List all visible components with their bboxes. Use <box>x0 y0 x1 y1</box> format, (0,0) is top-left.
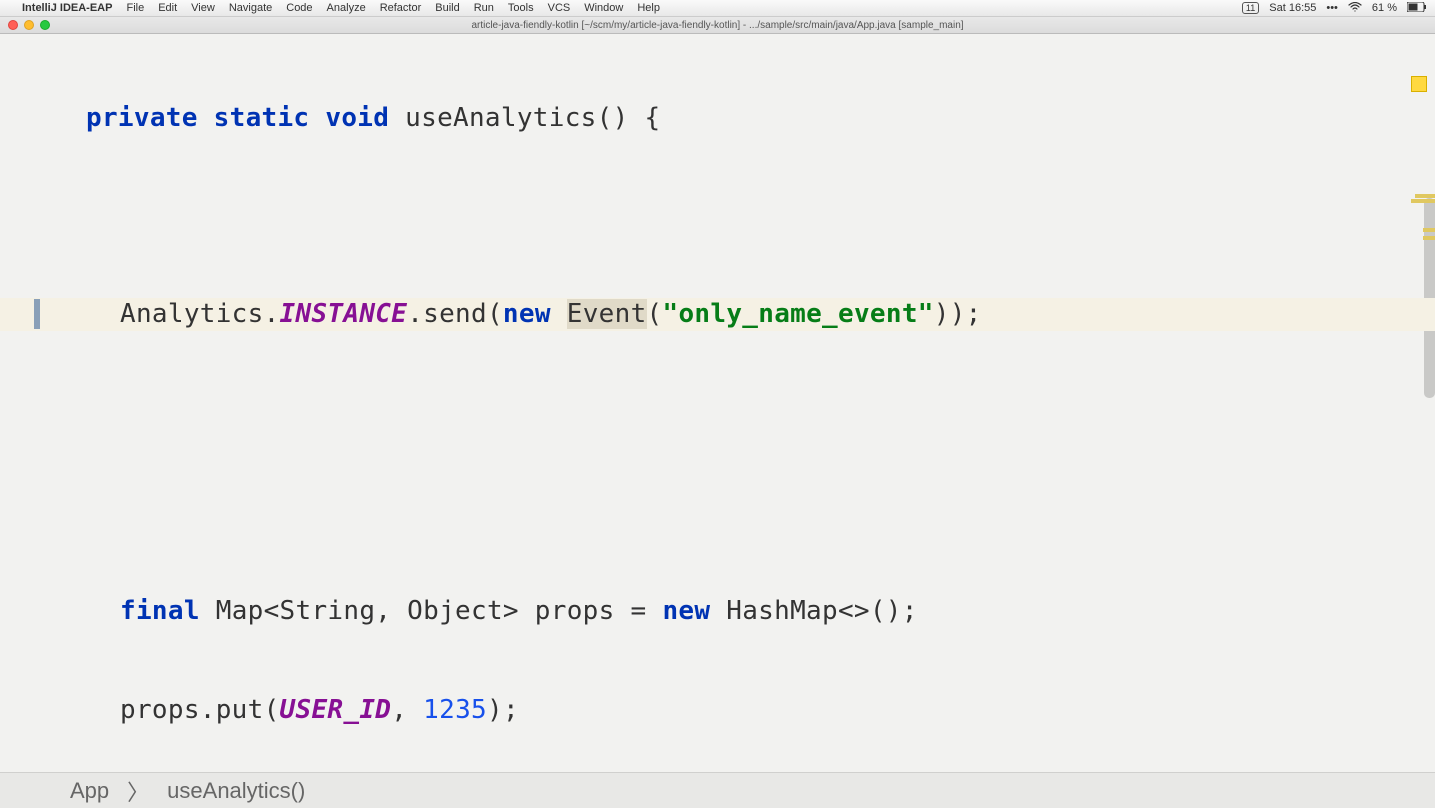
menu-build[interactable]: Build <box>435 2 459 14</box>
menu-vcs[interactable]: VCS <box>548 2 571 14</box>
error-stripe[interactable] <box>1421 68 1435 736</box>
notification-badge[interactable]: 11 <box>1242 2 1259 14</box>
app-menu[interactable]: IntelliJ IDEA-EAP <box>22 2 112 14</box>
menu-extras-icon[interactable]: ••• <box>1326 2 1338 14</box>
window-title: article-java-fiendly-kotlin [~/scm/my/ar… <box>471 20 963 31</box>
menu-help[interactable]: Help <box>637 2 660 14</box>
code-area[interactable]: private static void useAnalytics() { Ana… <box>0 34 1435 772</box>
battery-percent: 61 % <box>1372 2 1397 14</box>
code-line[interactable]: props.put(USER_ID, 1235); <box>0 694 1435 727</box>
menu-run[interactable]: Run <box>474 2 494 14</box>
code-line[interactable]: final Map<String, Object> props = new Ha… <box>0 595 1435 628</box>
menu-code[interactable]: Code <box>286 2 312 14</box>
menu-analyze[interactable]: Analyze <box>327 2 366 14</box>
system-menubar: IntelliJ IDEA-EAP File Edit View Navigat… <box>0 0 1435 17</box>
menu-view[interactable]: View <box>191 2 215 14</box>
window-titlebar: article-java-fiendly-kotlin [~/scm/my/ar… <box>0 17 1435 34</box>
breadcrumb-separator-icon: 〉 <box>127 775 149 807</box>
code-line-active[interactable]: Analytics.INSTANCE.send(new Event("only_… <box>0 298 1435 331</box>
menu-edit[interactable]: Edit <box>158 2 177 14</box>
breadcrumbs-bar: App 〉 useAnalytics() <box>0 772 1435 808</box>
clock[interactable]: Sat 16:55 <box>1269 2 1316 14</box>
code-line[interactable] <box>0 496 1435 529</box>
battery-icon[interactable] <box>1407 2 1427 15</box>
menu-window[interactable]: Window <box>584 2 623 14</box>
code-line[interactable] <box>0 397 1435 430</box>
menu-file[interactable]: File <box>126 2 144 14</box>
code-line[interactable]: private static void useAnalytics() { <box>0 100 1435 133</box>
close-window-button[interactable] <box>8 20 18 30</box>
caret-gutter-icon <box>34 299 40 329</box>
breadcrumb-method[interactable]: useAnalytics() <box>167 778 305 804</box>
breadcrumb-class[interactable]: App <box>70 778 109 804</box>
menu-tools[interactable]: Tools <box>508 2 534 14</box>
code-line[interactable] <box>0 199 1435 232</box>
wifi-icon[interactable] <box>1348 2 1362 15</box>
menu-refactor[interactable]: Refactor <box>380 2 422 14</box>
menu-navigate[interactable]: Navigate <box>229 2 272 14</box>
code-editor[interactable]: private static void useAnalytics() { Ana… <box>0 34 1435 772</box>
minimize-window-button[interactable] <box>24 20 34 30</box>
maximize-window-button[interactable] <box>40 20 50 30</box>
